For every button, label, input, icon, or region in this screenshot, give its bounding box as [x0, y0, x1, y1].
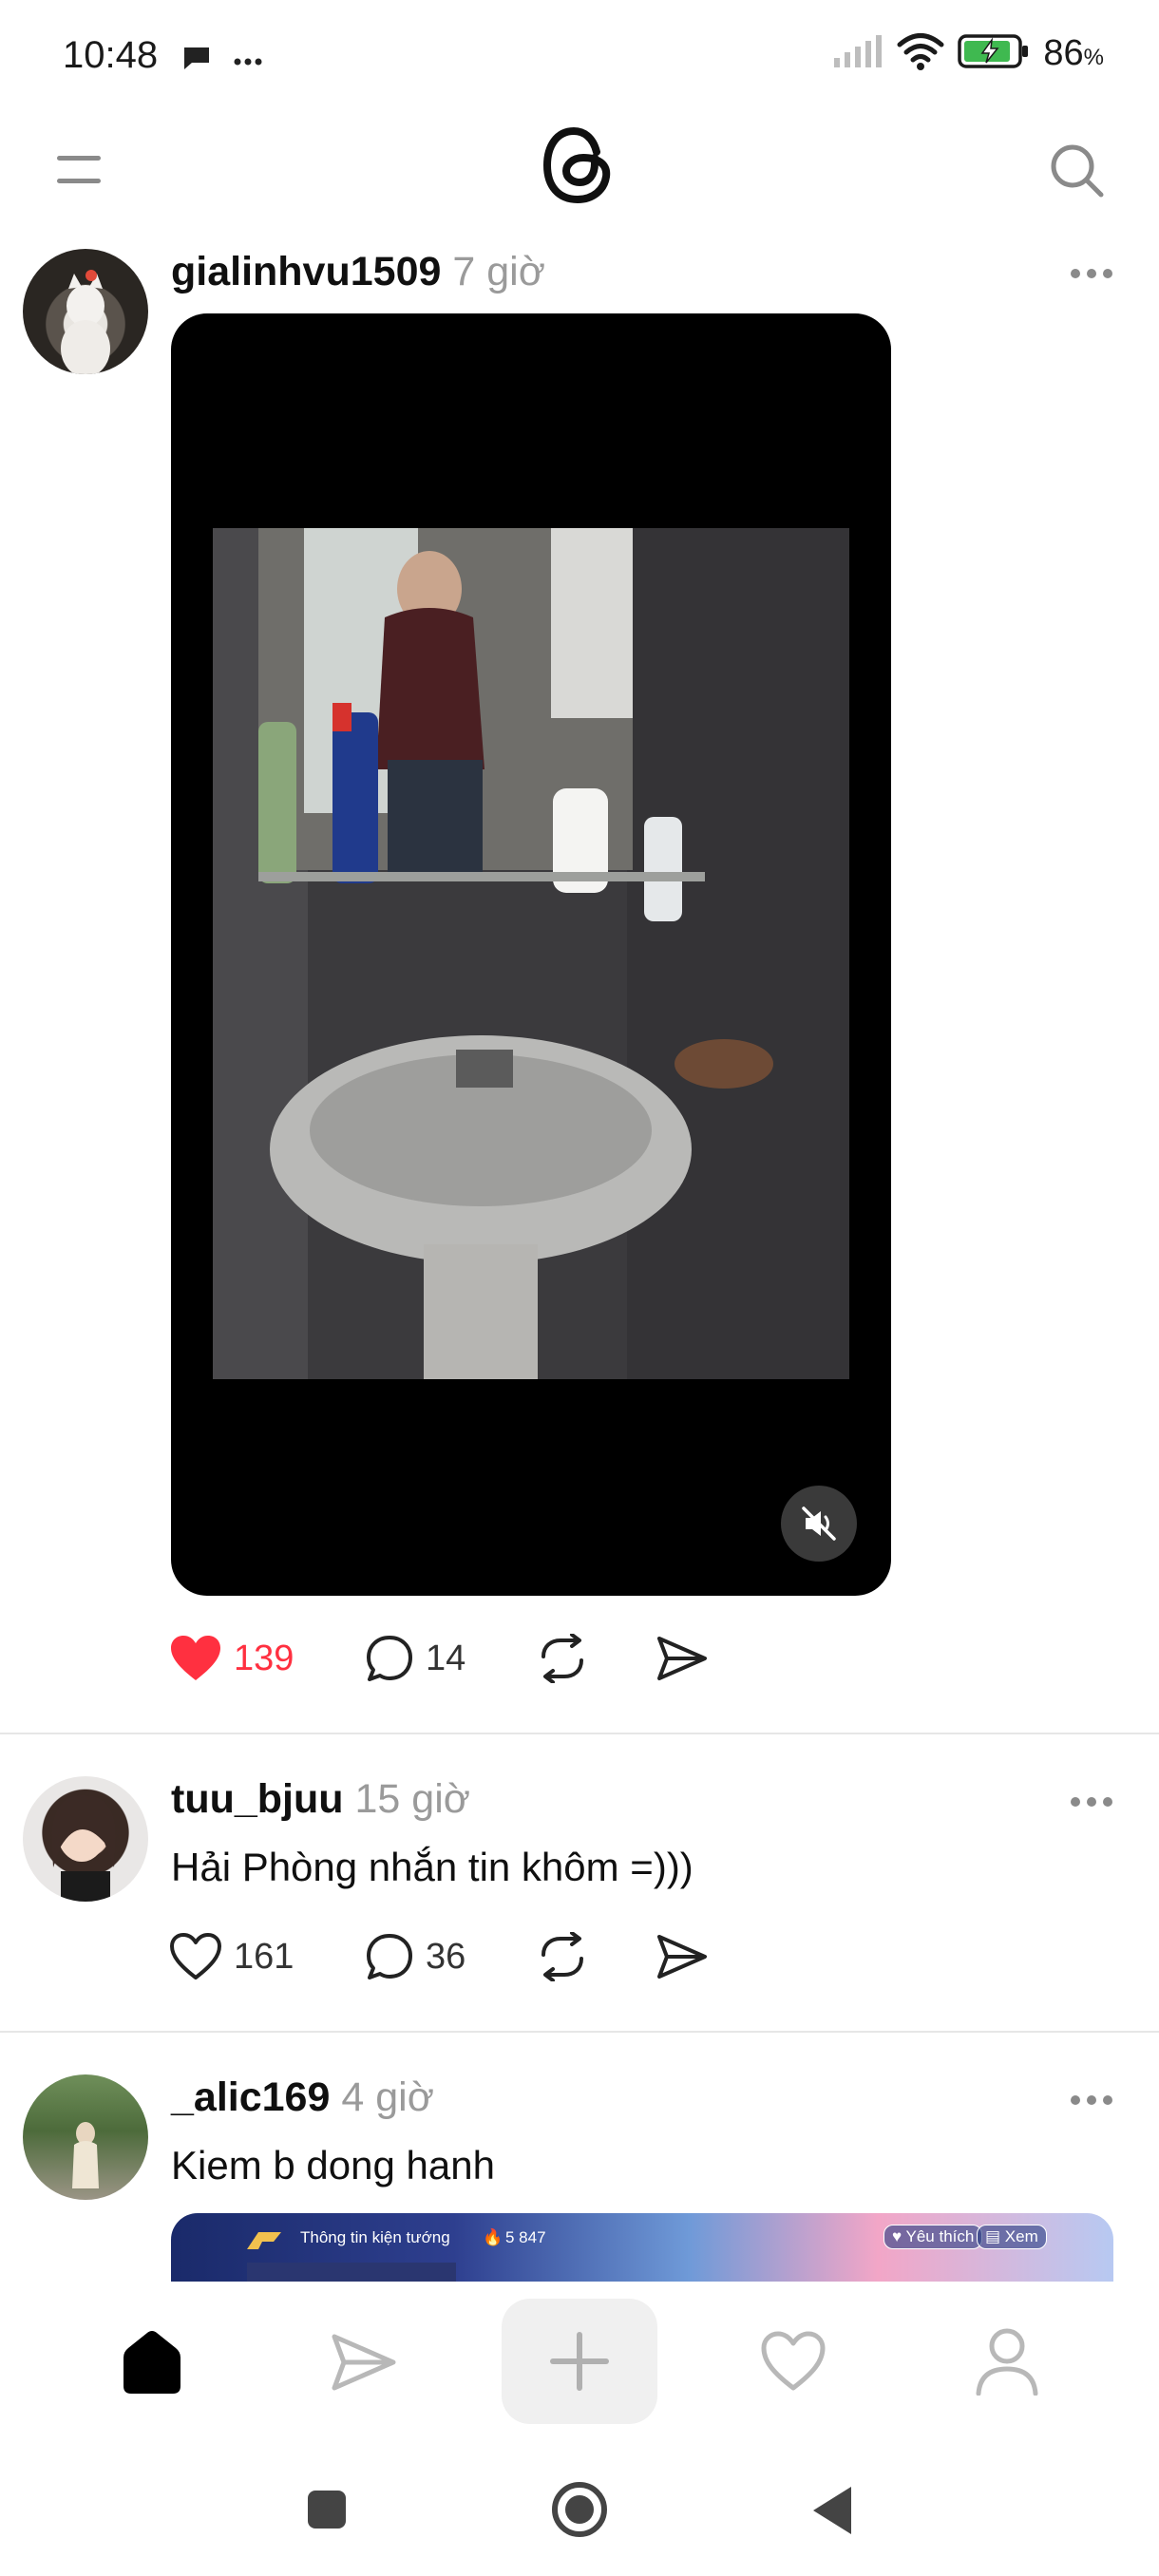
more-options-icon[interactable]	[1070, 1795, 1113, 1807]
menu-icon[interactable]	[57, 152, 101, 190]
recent-apps-button[interactable]	[306, 2489, 348, 2535]
threads-logo-icon[interactable]	[538, 123, 618, 205]
post-image[interactable]: Thông tin kiện tướng 🔥 5 847 ♥ Yêu thích…	[171, 2213, 1113, 2282]
status-time: 10:48	[63, 34, 159, 76]
banner-panel	[247, 2263, 456, 2282]
post-time: 4 giờ	[341, 2074, 434, 2120]
username-link[interactable]: _alic169	[171, 2074, 330, 2120]
fire-icon: 🔥	[483, 2228, 504, 2246]
comment-count: 14	[426, 1638, 466, 1678]
comment-count: 36	[426, 1936, 466, 1977]
mute-button[interactable]	[781, 1486, 857, 1562]
repost-icon	[542, 1634, 583, 1683]
more-options-icon[interactable]	[1070, 267, 1113, 278]
like-button[interactable]: 161	[169, 1933, 365, 1980]
banner-title: Thông tin kiện tướng	[300, 2228, 450, 2246]
comment-icon	[367, 1636, 412, 1681]
divider	[0, 2031, 1159, 2033]
muted-speaker-icon	[802, 1506, 836, 1541]
post-actions: 139 14	[169, 1634, 709, 1683]
avatar[interactable]	[23, 2074, 148, 2200]
activity-heart-icon[interactable]	[760, 2331, 826, 2396]
more-notifications-icon	[234, 53, 262, 70]
post-header: _alic169 4 giờ	[171, 2074, 434, 2121]
battery-icon	[958, 33, 1030, 74]
new-post-button[interactable]	[502, 2299, 657, 2424]
profile-icon[interactable]	[975, 2327, 1039, 2400]
search-icon[interactable]	[1049, 142, 1106, 199]
like-count: 161	[234, 1936, 294, 1977]
username-link[interactable]: tuu_bjuu	[171, 1776, 344, 1822]
battery-percentage: 86%	[1043, 33, 1104, 73]
post-time: 7 giờ	[452, 249, 545, 294]
send-nav-icon[interactable]	[331, 2333, 397, 2396]
post-header: gialinhvu1509 7 giờ	[171, 249, 545, 295]
view-chip: ▤ Xem	[977, 2225, 1047, 2249]
post-text: Kiem b dong hanh	[171, 2143, 495, 2188]
video-frame	[213, 528, 849, 1379]
home-system-button[interactable]	[551, 2481, 608, 2543]
share-button[interactable]	[656, 1933, 709, 1980]
favorite-chip: ♥ Yêu thích	[884, 2225, 983, 2249]
avatar[interactable]	[23, 1776, 148, 1902]
status-right-group: 86%	[832, 32, 1104, 75]
game-logo-icon	[247, 2232, 281, 2249]
more-options-icon[interactable]	[1070, 2093, 1113, 2105]
post-video[interactable]	[171, 313, 891, 1596]
comment-icon	[367, 1934, 412, 1979]
comment-button[interactable]: 14	[365, 1634, 536, 1683]
post-time: 15 giờ	[354, 1776, 470, 1822]
heart-filled-icon	[171, 1636, 220, 1680]
avatar[interactable]	[23, 249, 148, 374]
share-button[interactable]	[656, 1635, 709, 1682]
share-icon	[657, 1637, 707, 1680]
heart-icon	[170, 1933, 221, 1979]
home-icon[interactable]	[118, 2329, 186, 2400]
wifi-icon	[897, 32, 944, 75]
comment-button[interactable]: 36	[365, 1932, 536, 1981]
post-text: Hải Phòng nhắn tin khôm =)))	[171, 1845, 694, 1889]
plus-icon	[550, 2332, 609, 2391]
post-header: tuu_bjuu 15 giờ	[171, 1776, 470, 1823]
repost-icon	[542, 1932, 583, 1981]
signal-icon	[832, 35, 884, 72]
banner-count: 5 847	[505, 2228, 546, 2246]
like-button[interactable]: 139	[169, 1635, 365, 1682]
back-system-button[interactable]	[809, 2485, 853, 2541]
divider	[0, 1733, 1159, 1734]
chat-notification-icon	[180, 44, 213, 77]
repost-button[interactable]	[536, 1634, 656, 1683]
username-link[interactable]: gialinhvu1509	[171, 249, 441, 294]
share-icon	[657, 1935, 707, 1979]
repost-button[interactable]	[536, 1932, 656, 1981]
like-count: 139	[234, 1638, 294, 1678]
post-actions: 161 36	[169, 1932, 709, 1981]
